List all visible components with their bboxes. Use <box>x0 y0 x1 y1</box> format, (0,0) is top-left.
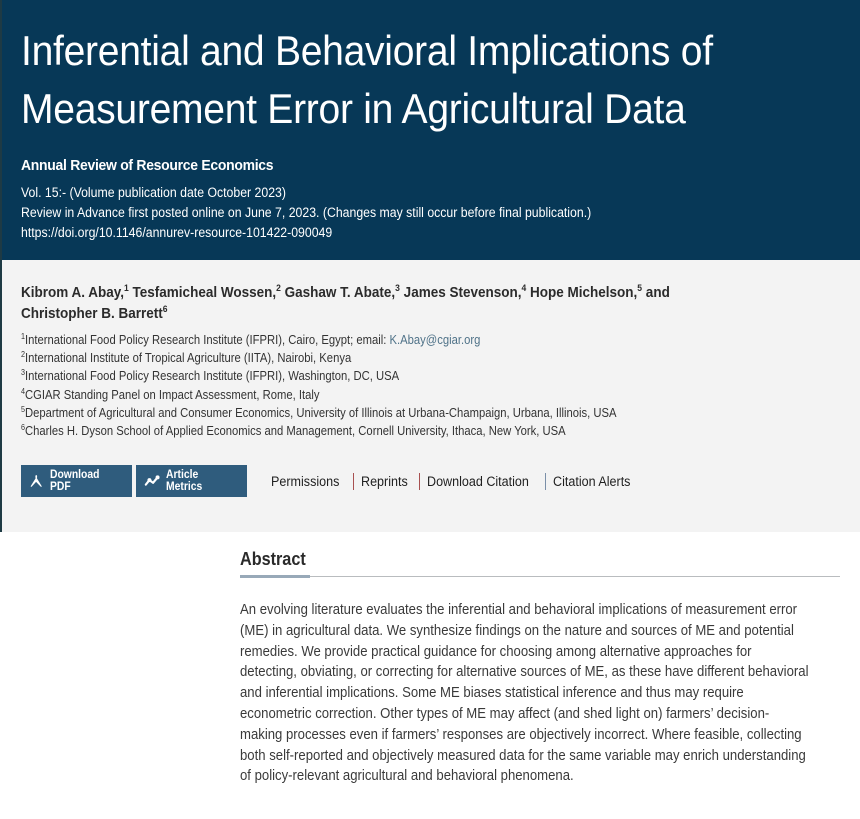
advance-line: Review in Advance first posted online on… <box>21 205 592 220</box>
author[interactable]: Tesfamicheal Wossen,2 <box>133 284 281 301</box>
affiliation-list: 1International Food Policy Research Inst… <box>21 331 617 440</box>
affiliation: 3International Food Policy Research Inst… <box>21 368 400 384</box>
affiliation: 1International Food Policy Research Inst… <box>21 332 481 348</box>
page-left-border <box>0 0 2 532</box>
doi-link[interactable]: https://doi.org/10.1146/annurev-resource… <box>21 223 591 243</box>
article-header: Inferential and Behavioral Implications … <box>0 0 860 260</box>
affiliation: 2International Institute of Tropical Agr… <box>21 350 352 366</box>
author[interactable]: Gashaw T. Abate,3 <box>285 284 400 301</box>
article-metrics-button[interactable]: Article Metrics <box>136 465 247 497</box>
email-link[interactable]: K.Abay@cgiar.org <box>390 333 481 347</box>
author-conjunction: and <box>645 284 670 301</box>
publication-info: Vol. 15:- (Volume publication date Octob… <box>21 183 591 243</box>
citation-alerts-link[interactable]: Citation Alerts <box>553 474 630 489</box>
authors-panel: Kibrom A. Abay,1 Tesfamicheal Wossen,2 G… <box>0 260 860 532</box>
link-separator <box>418 472 420 490</box>
article-links: Permissions Reprints Download Citation C… <box>271 472 637 490</box>
affiliation: 4CGIAR Standing Panel on Impact Assessme… <box>21 386 320 402</box>
article-metrics-label: Article Metrics <box>166 469 203 493</box>
abstract-heading-bar: Abstract <box>240 548 840 578</box>
pdf-icon <box>30 475 42 487</box>
affiliation: 5Department of Agricultural and Consumer… <box>21 404 617 420</box>
journal-name[interactable]: Annual Review of Resource Economics <box>21 157 274 174</box>
permissions-link[interactable]: Permissions <box>271 474 339 489</box>
abstract-heading-underline <box>240 575 310 578</box>
download-pdf-label: Download PDF <box>49 469 99 493</box>
author[interactable]: Christopher B. Barrett6 <box>21 305 168 322</box>
metrics-icon <box>144 475 160 486</box>
link-separator <box>352 472 354 490</box>
article-title: Inferential and Behavioral Implications … <box>21 27 713 132</box>
abstract-text: An evolving literature evaluates the inf… <box>240 602 809 785</box>
affiliation: 6Charles H. Dyson School of Applied Econ… <box>21 423 566 439</box>
reprints-link[interactable]: Reprints <box>361 474 408 489</box>
author[interactable]: James Stevenson,4 <box>404 284 527 301</box>
abstract-heading: Abstract <box>240 549 306 569</box>
volume-line: Vol. 15:- (Volume publication date Octob… <box>21 185 286 200</box>
link-separator <box>545 472 547 490</box>
article-actions: Download PDF Article Metrics Permissions… <box>21 465 637 497</box>
author-list: Kibrom A. Abay,1 Tesfamicheal Wossen,2 G… <box>21 282 831 324</box>
download-citation-link[interactable]: Download Citation <box>427 474 529 489</box>
abstract-section: Abstract An evolving literature evaluate… <box>240 548 840 784</box>
author[interactable]: Hope Michelson,5 <box>530 284 642 301</box>
download-pdf-button[interactable]: Download PDF <box>21 465 132 497</box>
author[interactable]: Kibrom A. Abay,1 <box>21 284 129 301</box>
